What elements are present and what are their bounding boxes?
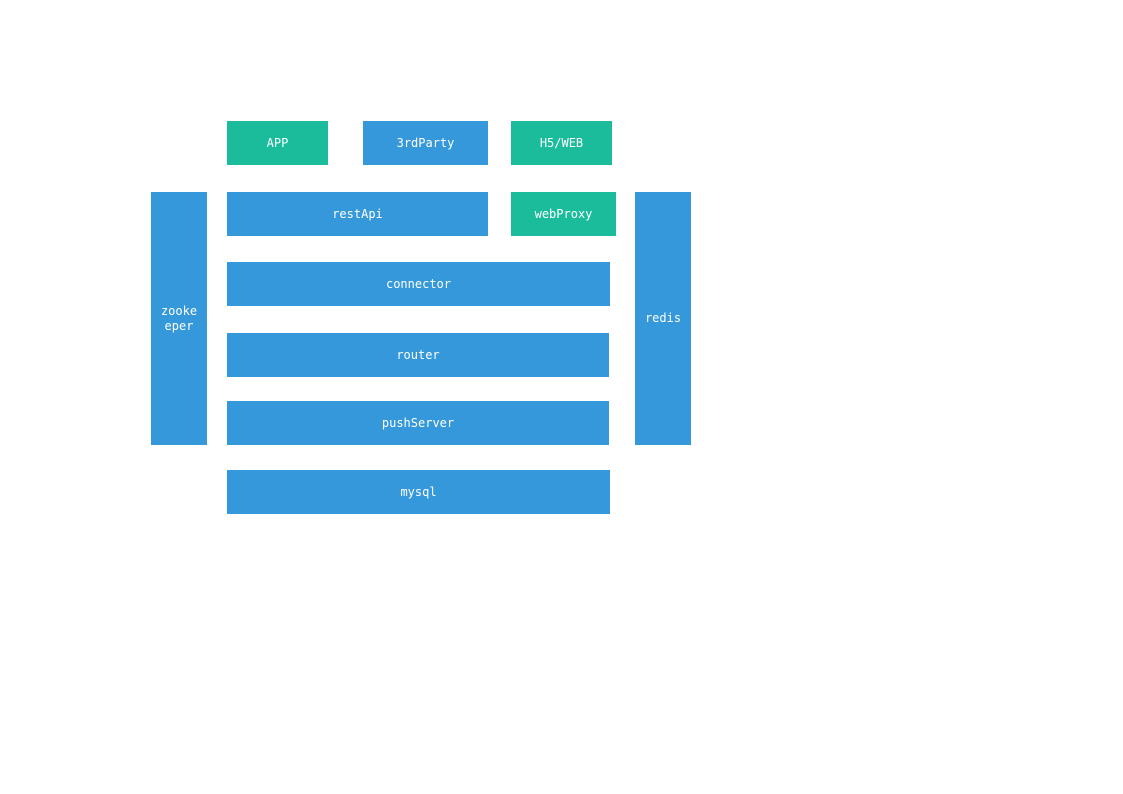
app-client-box: APP	[227, 121, 328, 165]
third-party-client-label: 3rdParty	[396, 135, 455, 150]
zookeeper-label: zookeeper	[160, 303, 198, 333]
connector-label: connector	[385, 276, 452, 291]
web-proxy-box: webProxy	[511, 192, 616, 236]
redis-box: redis	[635, 192, 691, 445]
mysql-box: mysql	[227, 470, 610, 514]
web-proxy-label: webProxy	[534, 206, 593, 221]
rest-api-label: restApi	[332, 206, 383, 221]
connector-box: connector	[227, 262, 610, 306]
push-server-box: pushServer	[227, 401, 609, 445]
router-label: router	[396, 347, 440, 362]
zookeeper-box: zookeeper	[151, 192, 207, 445]
h5-web-client-label: H5/WEB	[539, 135, 584, 150]
app-client-label: APP	[266, 135, 289, 150]
architecture-diagram: APP 3rdParty H5/WEB zookeeper restApi we…	[0, 0, 1123, 794]
h5-web-client-box: H5/WEB	[511, 121, 612, 165]
rest-api-box: restApi	[227, 192, 488, 236]
redis-label: redis	[644, 311, 682, 325]
router-box: router	[227, 333, 609, 377]
mysql-label: mysql	[400, 484, 437, 499]
push-server-label: pushServer	[381, 415, 455, 430]
third-party-client-box: 3rdParty	[363, 121, 488, 165]
